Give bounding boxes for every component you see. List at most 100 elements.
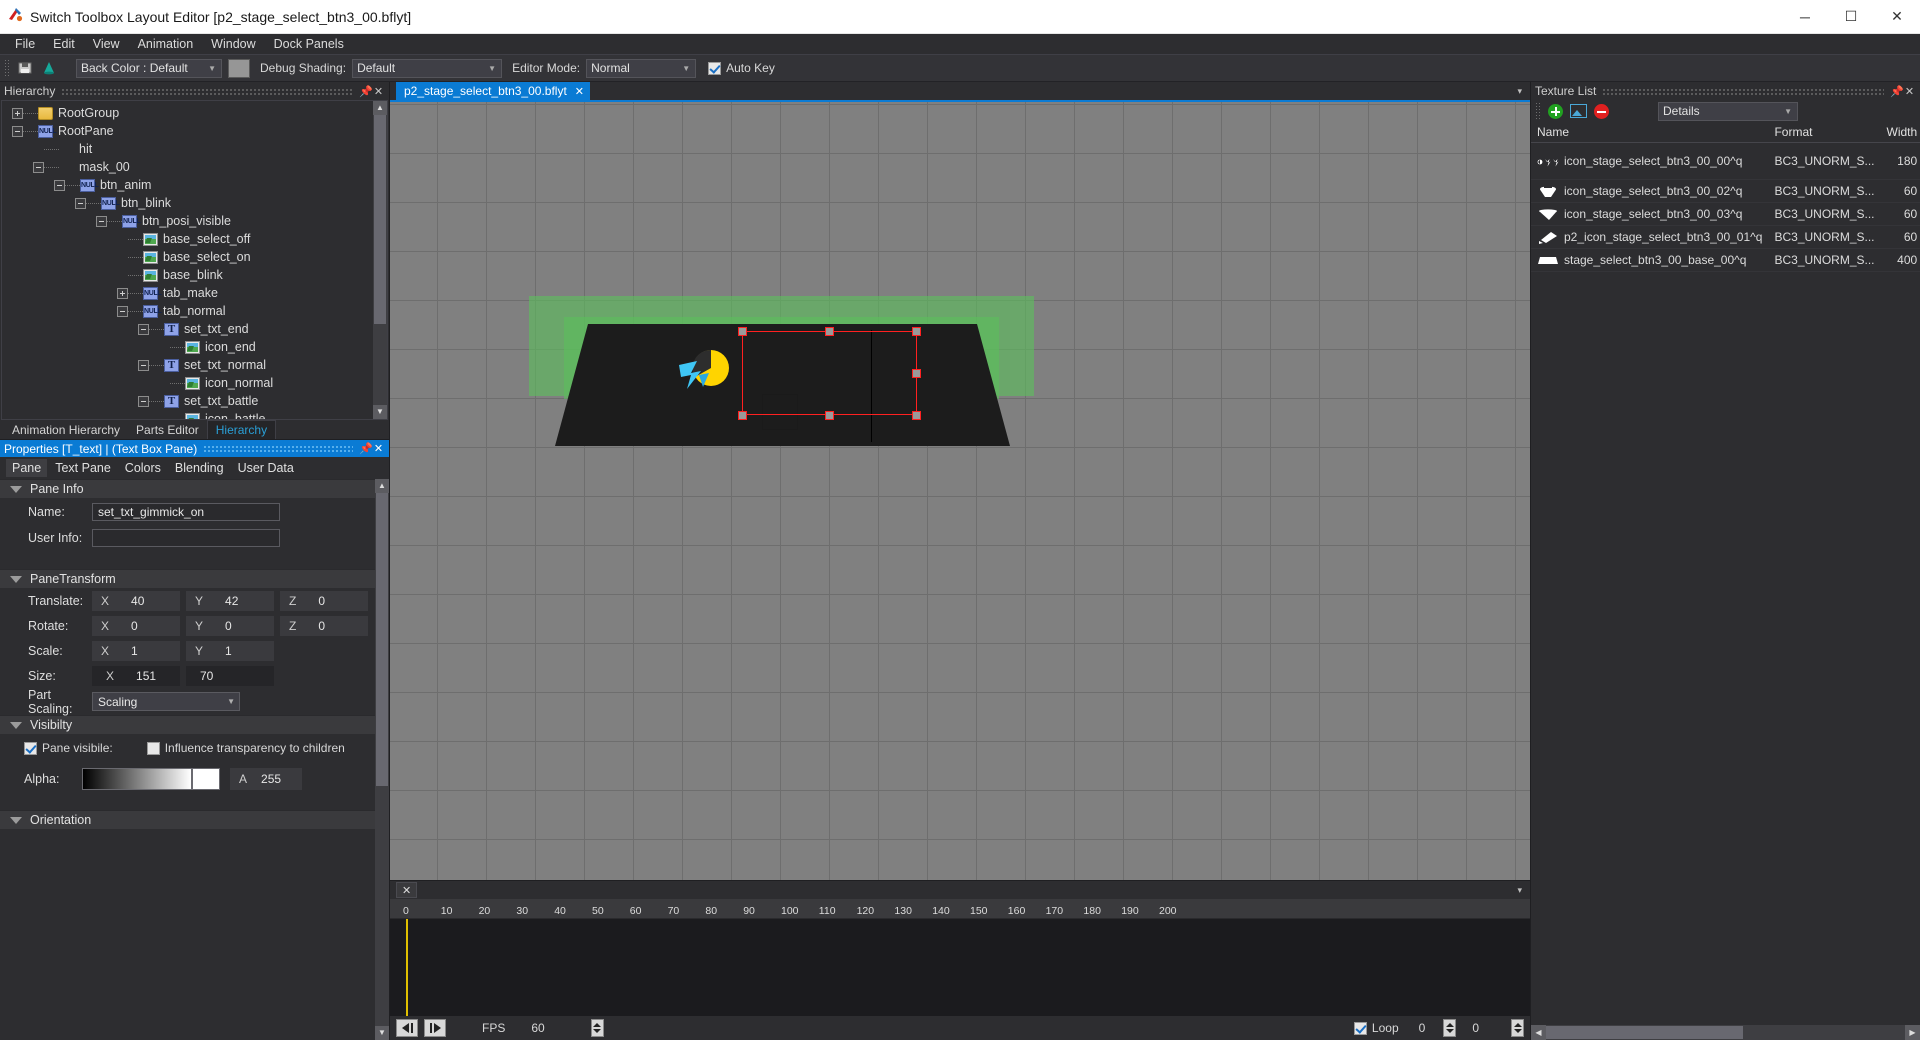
texture-table-body[interactable]: icon_stage_select_btn3_00_00^qBC3_UNORM_… xyxy=(1531,143,1920,272)
chevron-down-icon[interactable]: ▾ xyxy=(1517,885,1530,896)
tree-node[interactable]: base_blink xyxy=(2,266,373,284)
collapse-icon[interactable] xyxy=(138,324,149,335)
pane-name-input[interactable]: set_txt_gimmick_on xyxy=(92,503,280,521)
tree-node[interactable]: icon_battle xyxy=(2,410,373,419)
auto-key-row[interactable]: Auto Key xyxy=(708,61,775,75)
texture-toolbar-grip[interactable] xyxy=(1535,102,1541,120)
selection-handle-br[interactable] xyxy=(912,411,921,420)
tree-node[interactable]: hit xyxy=(2,140,373,158)
tree-node[interactable]: NULLtab_normal xyxy=(2,302,373,320)
texture-row[interactable]: p2_icon_stage_select_btn3_00_01^qBC3_UNO… xyxy=(1531,226,1920,249)
texture-row[interactable]: icon_stage_select_btn3_00_03^qBC3_UNORM_… xyxy=(1531,203,1920,226)
hierarchy-tree[interactable]: RootGroupNULLRootPanehitmask_00NULLbtn_a… xyxy=(2,101,373,419)
play-forward-button[interactable] xyxy=(424,1019,446,1037)
tree-node[interactable]: NULLbtn_posi_visible xyxy=(2,212,373,230)
transform-y-box[interactable]: Y42 xyxy=(186,591,274,611)
editor-mode-combo[interactable]: Normal ▼ xyxy=(586,59,696,78)
selection-handle-tl[interactable] xyxy=(738,327,747,336)
tree-node[interactable]: NULLtab_make xyxy=(2,284,373,302)
tree-node[interactable]: NULLbtn_anim xyxy=(2,176,373,194)
loop-end-value[interactable]: 0 xyxy=(1472,1021,1479,1035)
collapse-triangle-icon[interactable] xyxy=(10,486,22,493)
hierarchy-bottom-tab[interactable]: Hierarchy xyxy=(207,420,276,439)
scroll-thumb[interactable] xyxy=(1546,1026,1743,1039)
loop-start-value[interactable]: 0 xyxy=(1419,1021,1426,1035)
part-scaling-combo[interactable]: Scaling ▼ xyxy=(92,692,240,711)
properties-tab-text-pane[interactable]: Text Pane xyxy=(49,459,117,477)
image-icon[interactable] xyxy=(1570,104,1587,118)
menu-window[interactable]: Window xyxy=(202,35,264,53)
properties-tab-user-data[interactable]: User Data xyxy=(232,459,300,477)
pin-icon[interactable]: 📌 xyxy=(359,85,372,98)
scroll-track[interactable] xyxy=(373,115,387,405)
timeline-canvas[interactable] xyxy=(390,919,1530,1016)
alpha-gradient-slider[interactable] xyxy=(82,768,192,790)
menu-edit[interactable]: Edit xyxy=(44,35,84,53)
expand-icon[interactable] xyxy=(12,108,23,119)
section-pane-transform[interactable]: PaneTransform xyxy=(0,569,375,588)
timeline-ruler[interactable]: 0102030405060708090100110120130140150160… xyxy=(390,899,1530,919)
expand-icon[interactable] xyxy=(117,288,128,299)
hierarchy-vertical-scrollbar[interactable]: ▲ ▼ xyxy=(373,101,387,419)
transform-y-box[interactable]: Y1 xyxy=(186,641,274,661)
texture-row[interactable]: icon_stage_select_btn3_00_00^qBC3_UNORM_… xyxy=(1531,143,1920,180)
chevron-down-icon[interactable]: ▾ xyxy=(1517,86,1530,97)
collapse-triangle-icon[interactable] xyxy=(10,576,22,583)
cone-tool-icon[interactable] xyxy=(40,59,58,77)
layout-viewport[interactable] xyxy=(390,100,1530,880)
tree-node[interactable]: Tset_txt_battle xyxy=(2,392,373,410)
tree-node[interactable]: icon_end xyxy=(2,338,373,356)
close-icon[interactable]: ✕ xyxy=(575,85,584,98)
selection-handle-tc[interactable] xyxy=(825,327,834,336)
collapse-icon[interactable] xyxy=(138,396,149,407)
texture-column-header[interactable]: Width xyxy=(1881,122,1920,143)
loop-start-stepper[interactable] xyxy=(1443,1019,1456,1037)
loop-check-row[interactable]: Loop xyxy=(1354,1021,1399,1035)
section-visibility[interactable]: Visibilty xyxy=(0,715,375,734)
tree-node[interactable]: RootGroup xyxy=(2,104,373,122)
menu-view[interactable]: View xyxy=(84,35,129,53)
tree-node[interactable]: NULLRootPane xyxy=(2,122,373,140)
tree-node[interactable]: mask_00 xyxy=(2,158,373,176)
scroll-down-icon[interactable]: ▼ xyxy=(373,405,387,419)
pin-icon[interactable]: 📌 xyxy=(359,442,372,455)
section-orientation[interactable]: Orientation xyxy=(0,810,375,829)
auto-key-checkbox[interactable] xyxy=(708,62,721,75)
texture-row[interactable]: icon_stage_select_btn3_00_02^qBC3_UNORM_… xyxy=(1531,180,1920,203)
alpha-value-box[interactable]: A 255 xyxy=(230,768,302,790)
menu-file[interactable]: File xyxy=(6,35,44,53)
collapse-icon[interactable] xyxy=(96,216,107,227)
collapse-icon[interactable] xyxy=(75,198,86,209)
timeline-tab[interactable]: ✕ xyxy=(396,882,417,898)
influence-transparency-checkbox[interactable] xyxy=(147,742,160,755)
pane-visible-checkbox[interactable] xyxy=(24,742,37,755)
save-icon[interactable] xyxy=(16,59,34,77)
texture-column-header[interactable]: Name xyxy=(1531,122,1768,143)
tree-node[interactable]: icon_normal xyxy=(2,374,373,392)
back-color-swatch[interactable] xyxy=(228,59,250,78)
close-icon[interactable]: ✕ xyxy=(1903,85,1916,98)
tree-node[interactable]: Tset_txt_end xyxy=(2,320,373,338)
back-color-combo[interactable]: Back Color : Default ▼ xyxy=(76,59,222,78)
loop-end-stepper[interactable] xyxy=(1511,1019,1524,1037)
selection-handle-tr[interactable] xyxy=(912,327,921,336)
transform-x-box[interactable]: X0 xyxy=(92,616,180,636)
texture-row[interactable]: stage_select_btn3_00_base_00^qBC3_UNORM_… xyxy=(1531,249,1920,272)
scroll-track[interactable] xyxy=(375,493,389,1026)
tree-node[interactable]: base_select_on xyxy=(2,248,373,266)
loop-checkbox[interactable] xyxy=(1354,1022,1367,1035)
scroll-down-icon[interactable]: ▼ xyxy=(375,1026,389,1040)
panel-drag-dots[interactable] xyxy=(203,445,353,452)
tree-node[interactable]: base_select_off xyxy=(2,230,373,248)
close-icon[interactable]: ✕ xyxy=(402,884,411,897)
minimize-button[interactable]: ─ xyxy=(1782,0,1828,34)
alpha-color-preview[interactable] xyxy=(192,768,220,790)
selection-handle-bl[interactable] xyxy=(738,411,747,420)
transform-x-box[interactable]: X40 xyxy=(92,591,180,611)
properties-vertical-scrollbar[interactable]: ▲ ▼ xyxy=(375,479,389,1040)
document-tab[interactable]: p2_stage_select_btn3_00.bflyt ✕ xyxy=(396,82,590,100)
close-icon[interactable]: ✕ xyxy=(372,85,385,98)
transform-y-box[interactable]: Y0 xyxy=(186,616,274,636)
transform-x-box[interactable]: X151 xyxy=(92,666,180,686)
hierarchy-bottom-tab[interactable]: Animation Hierarchy xyxy=(4,421,128,439)
